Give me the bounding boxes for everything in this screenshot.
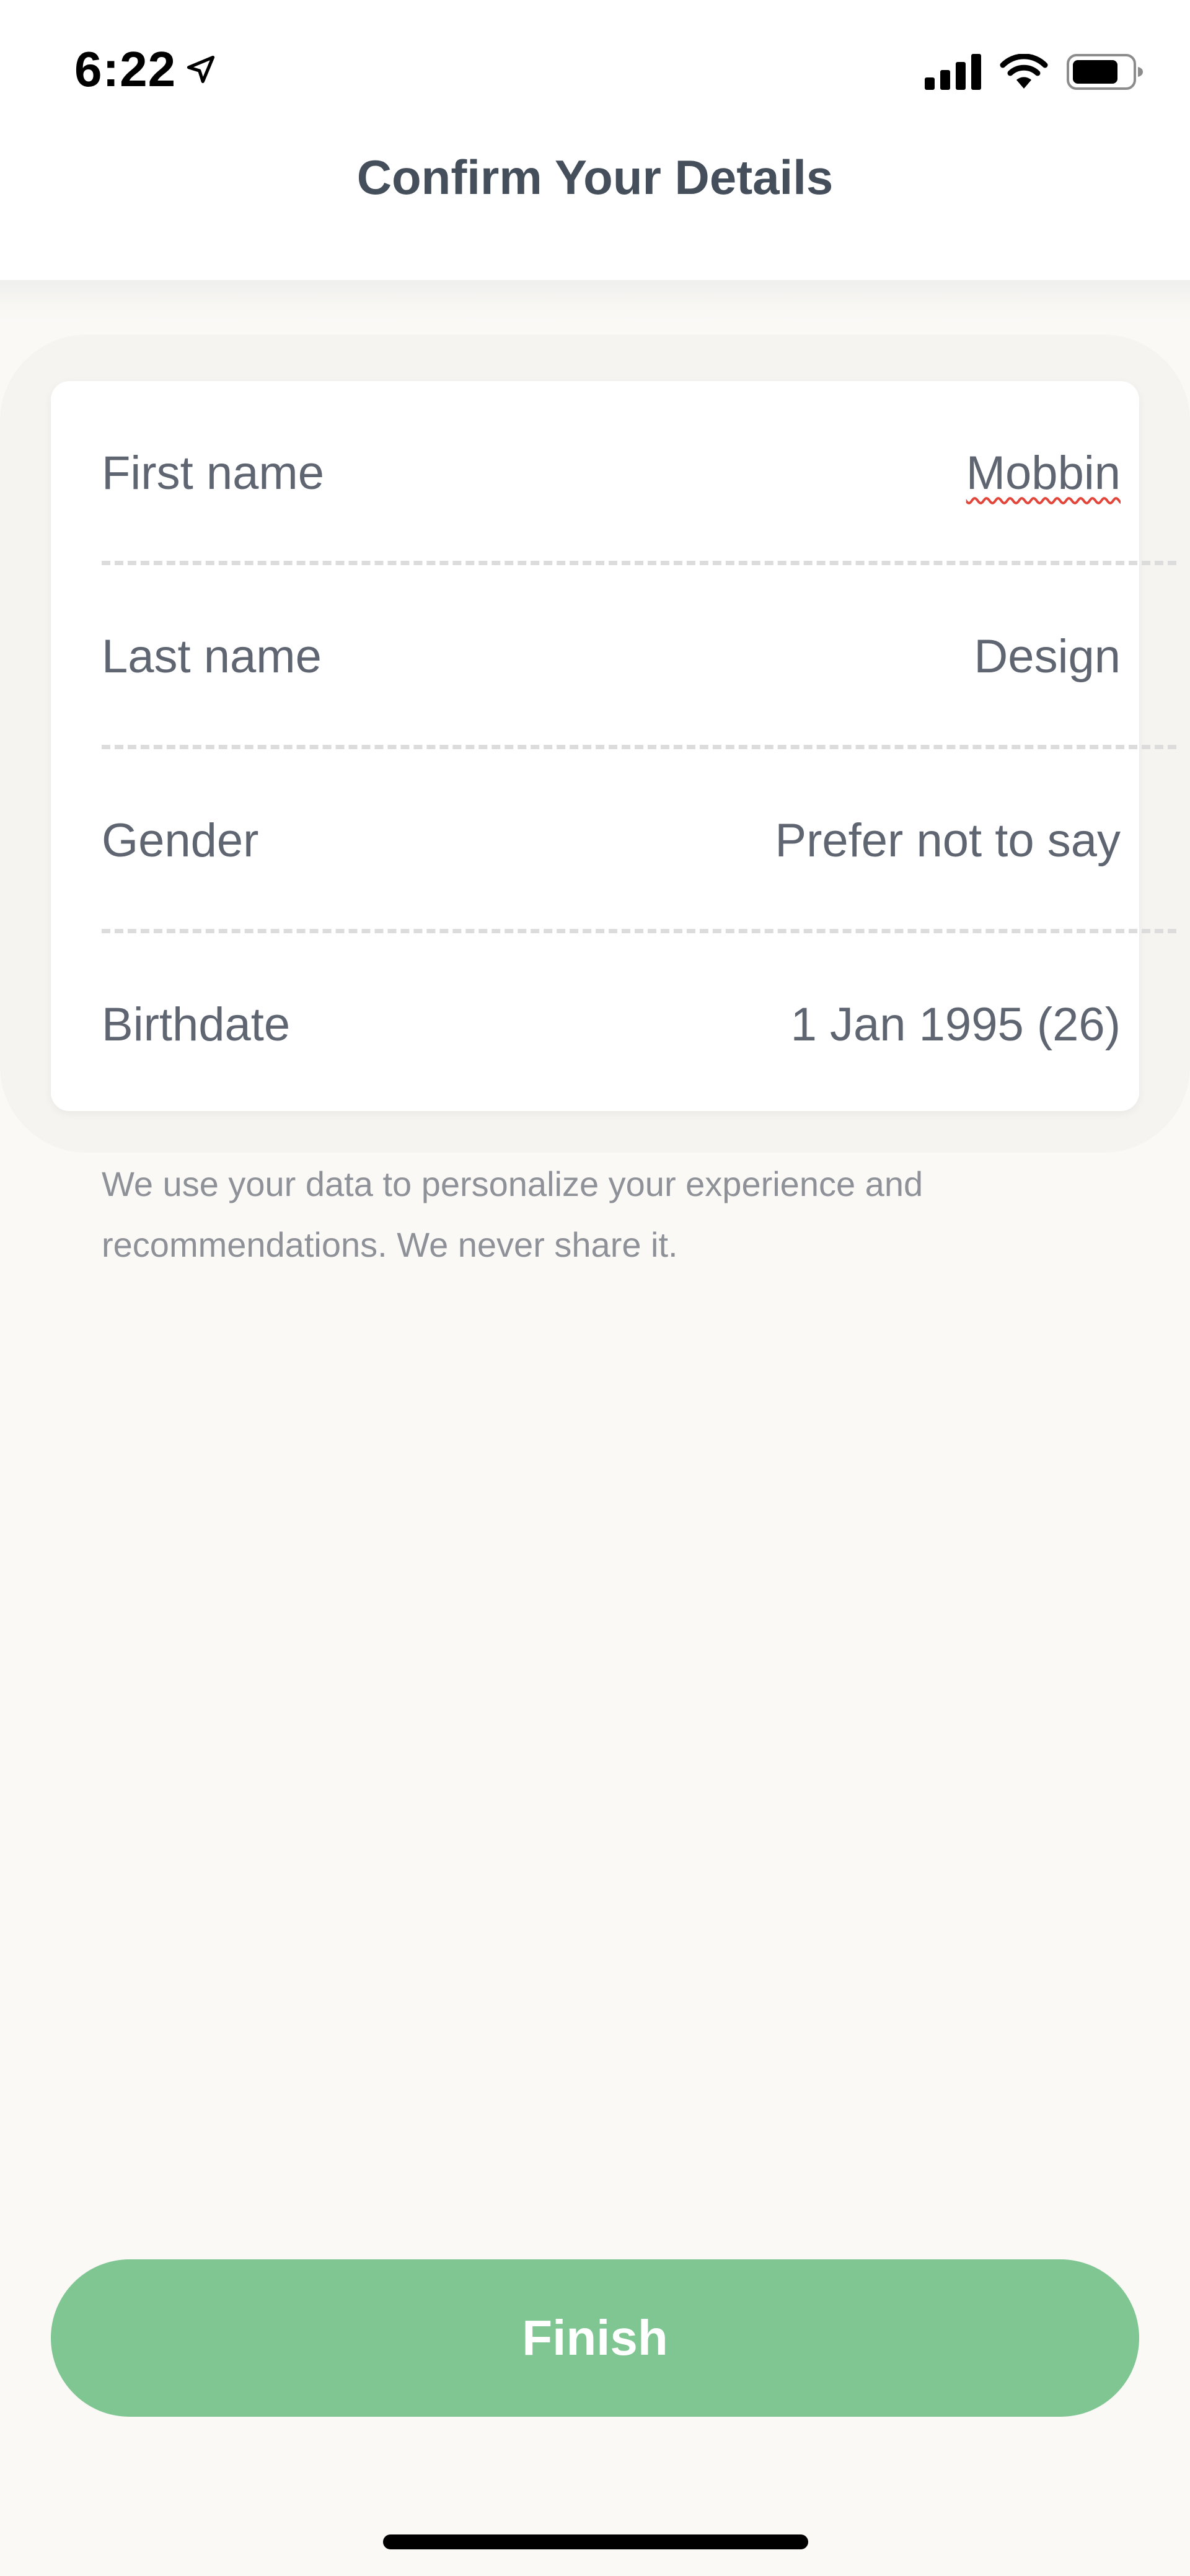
page-title: Confirm Your Details: [356, 149, 834, 204]
detail-value: Mobbin: [966, 446, 1121, 499]
detail-value: 1 Jan 1995 (26): [790, 998, 1121, 1051]
location-arrow-icon: [187, 55, 215, 84]
status-time: 6:22: [74, 42, 177, 97]
status-time-container: 6:22: [74, 41, 217, 98]
detail-label: Last name: [102, 630, 322, 683]
battery-icon: [1067, 54, 1143, 90]
cellular-signal-icon: [925, 54, 981, 90]
finish-button[interactable]: Finish: [51, 2259, 1139, 2417]
detail-row-first-name[interactable]: First name Mobbin: [102, 381, 1176, 565]
detail-label: Birthdate: [102, 998, 291, 1051]
detail-row-gender[interactable]: Gender Prefer not to say: [102, 749, 1176, 932]
detail-value: Prefer not to say: [775, 814, 1121, 867]
detail-row-birthdate[interactable]: Birthdate 1 Jan 1995 (26): [102, 933, 1176, 1116]
home-indicator[interactable]: [383, 2534, 808, 2549]
privacy-note: We use your data to personalize your exp…: [102, 1164, 923, 1264]
status-icons: [925, 53, 1144, 90]
detail-label: Gender: [102, 814, 259, 867]
header: Confirm Your Details: [0, 143, 1190, 280]
detail-row-last-name[interactable]: Last name Design: [102, 565, 1176, 748]
header-shadow: [0, 280, 1190, 323]
status-bar: 6:22: [0, 0, 1190, 143]
detail-value: Design: [974, 630, 1121, 683]
details-card: First name Mobbin Last name Design Gende…: [51, 381, 1176, 1111]
detail-label: First name: [102, 446, 324, 499]
wifi-icon: [1000, 54, 1048, 89]
